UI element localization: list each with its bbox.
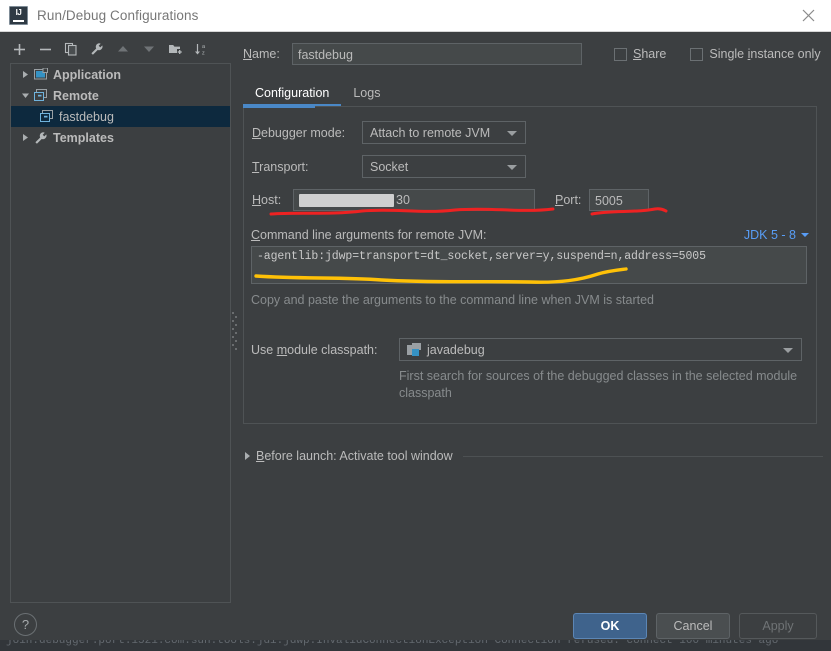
transport-label: Transport: (252, 159, 309, 174)
background-console-text: join.debugger.port.1521.com.sun.tools.jd… (6, 640, 779, 647)
tree-item-templates[interactable]: Templates (11, 127, 230, 148)
section-separator (462, 455, 823, 457)
port-row: Port: 5005 (555, 189, 649, 211)
chevron-down-icon[interactable] (507, 164, 517, 170)
before-launch-section[interactable]: Before launch: Activate tool window (243, 448, 823, 464)
debugger-mode-select[interactable]: Attach to remote JVM (362, 121, 526, 144)
share-checkbox[interactable]: Share (614, 47, 666, 61)
tab-logs[interactable]: Logs (341, 83, 392, 106)
intellij-idea-icon (9, 6, 28, 25)
cancel-button[interactable]: Cancel (656, 613, 730, 639)
debugger-mode-row: Debugger mode: Attach to remote JVM (252, 121, 526, 144)
apply-button: Apply (739, 613, 817, 639)
tree-item-label: Remote (53, 88, 99, 103)
chevron-down-icon[interactable] (17, 91, 33, 100)
name-label: Name: (243, 47, 280, 61)
host-redaction-block (299, 193, 394, 207)
help-button[interactable]: ? (14, 613, 37, 636)
module-classpath-value: javadebug (427, 342, 485, 357)
host-value: 30 (396, 193, 410, 207)
configurations-toolbar: a z (6, 36, 232, 62)
create-folder-button[interactable] (162, 37, 188, 61)
move-down-button[interactable] (136, 37, 162, 61)
tree-item-remote[interactable]: Remote (11, 85, 230, 106)
configurations-tree[interactable]: Application Remote fastdebug Templates (10, 63, 231, 603)
add-configuration-button[interactable] (6, 37, 32, 61)
command-line-hint: Copy and paste the arguments to the comm… (251, 293, 654, 307)
port-label: Port: (555, 193, 582, 207)
command-line-arguments-label: Command line arguments for remote JVM: (251, 228, 487, 242)
background-console-strip: join.debugger.port.1521.com.sun.tools.jd… (0, 640, 831, 651)
run-debug-configurations-dialog: join.debugger.port.1521.com.sun.tools.jd… (0, 0, 831, 651)
panel-splitter-handle[interactable] (231, 310, 237, 350)
remote-icon (33, 88, 49, 104)
tree-item-label: Application (53, 67, 122, 82)
chevron-right-icon[interactable] (17, 133, 33, 142)
window-title: Run/Debug Configurations (37, 8, 199, 23)
transport-value: Socket (370, 159, 409, 174)
svg-text:a: a (202, 44, 206, 50)
name-row: Name: fastdebug Share Single instance on… (243, 42, 823, 66)
tree-item-label: fastdebug (59, 109, 114, 124)
tree-item-label: Templates (53, 130, 114, 145)
module-classpath-label: Use module classpath: (251, 342, 378, 357)
debugger-mode-value: Attach to remote JVM (370, 125, 491, 140)
transport-select[interactable]: Socket (362, 155, 526, 178)
title-bar: Run/Debug Configurations (0, 0, 831, 32)
close-icon[interactable] (785, 0, 831, 30)
chevron-down-icon[interactable] (801, 233, 809, 237)
sort-configurations-button[interactable]: a z (188, 37, 214, 61)
tree-item-application[interactable]: Application (11, 64, 230, 85)
host-label: Host: (252, 193, 282, 207)
host-row: Host: 30 (252, 189, 535, 211)
checkbox-box[interactable] (614, 47, 627, 61)
tab-configuration[interactable]: Configuration (243, 83, 342, 106)
command-line-arguments-value: -agentlib:jdwp=transport=dt_socket,serve… (257, 250, 706, 263)
transport-row: Transport: Socket (252, 155, 526, 178)
module-classpath-select[interactable]: javadebug (399, 338, 802, 361)
ok-button[interactable]: OK (573, 613, 647, 639)
port-input[interactable]: 5005 (589, 189, 649, 211)
host-input[interactable]: 30 (293, 189, 535, 211)
tab-bar: Configuration Logs (243, 80, 823, 106)
remove-configuration-button[interactable] (32, 37, 58, 61)
module-icon (407, 343, 422, 356)
checkbox-box[interactable] (690, 47, 704, 61)
remote-icon (39, 109, 55, 125)
chevron-down-icon[interactable] (783, 347, 793, 353)
single-instance-only-checkbox[interactable]: Single instance only (690, 47, 821, 61)
edit-templates-button[interactable] (84, 37, 110, 61)
single-instance-only-label: Single instance only (709, 47, 821, 61)
name-input[interactable]: fastdebug (292, 43, 582, 65)
application-icon (33, 67, 49, 83)
wrench-icon (33, 130, 49, 146)
jdk-version-selector[interactable]: JDK 5 - 8 (744, 228, 809, 242)
copy-configuration-button[interactable] (58, 37, 84, 61)
tree-item-fastdebug[interactable]: fastdebug (11, 106, 230, 127)
share-label: Share (633, 47, 667, 61)
module-classpath-row: Use module classpath: javadebug (251, 338, 802, 361)
svg-text:z: z (202, 51, 205, 57)
chevron-right-icon[interactable] (17, 70, 33, 79)
before-launch-label: Before launch: Activate tool window (256, 449, 453, 463)
chevron-right-icon[interactable] (245, 452, 250, 460)
command-line-arguments-field[interactable]: -agentlib:jdwp=transport=dt_socket,serve… (251, 246, 807, 284)
jdk-version-label: JDK 5 - 8 (743, 228, 796, 242)
debugger-mode-label: Debugger mode: (252, 125, 346, 140)
chevron-down-icon[interactable] (507, 130, 517, 136)
move-up-button[interactable] (110, 37, 136, 61)
module-classpath-hint: First search for sources of the debugged… (399, 369, 798, 400)
